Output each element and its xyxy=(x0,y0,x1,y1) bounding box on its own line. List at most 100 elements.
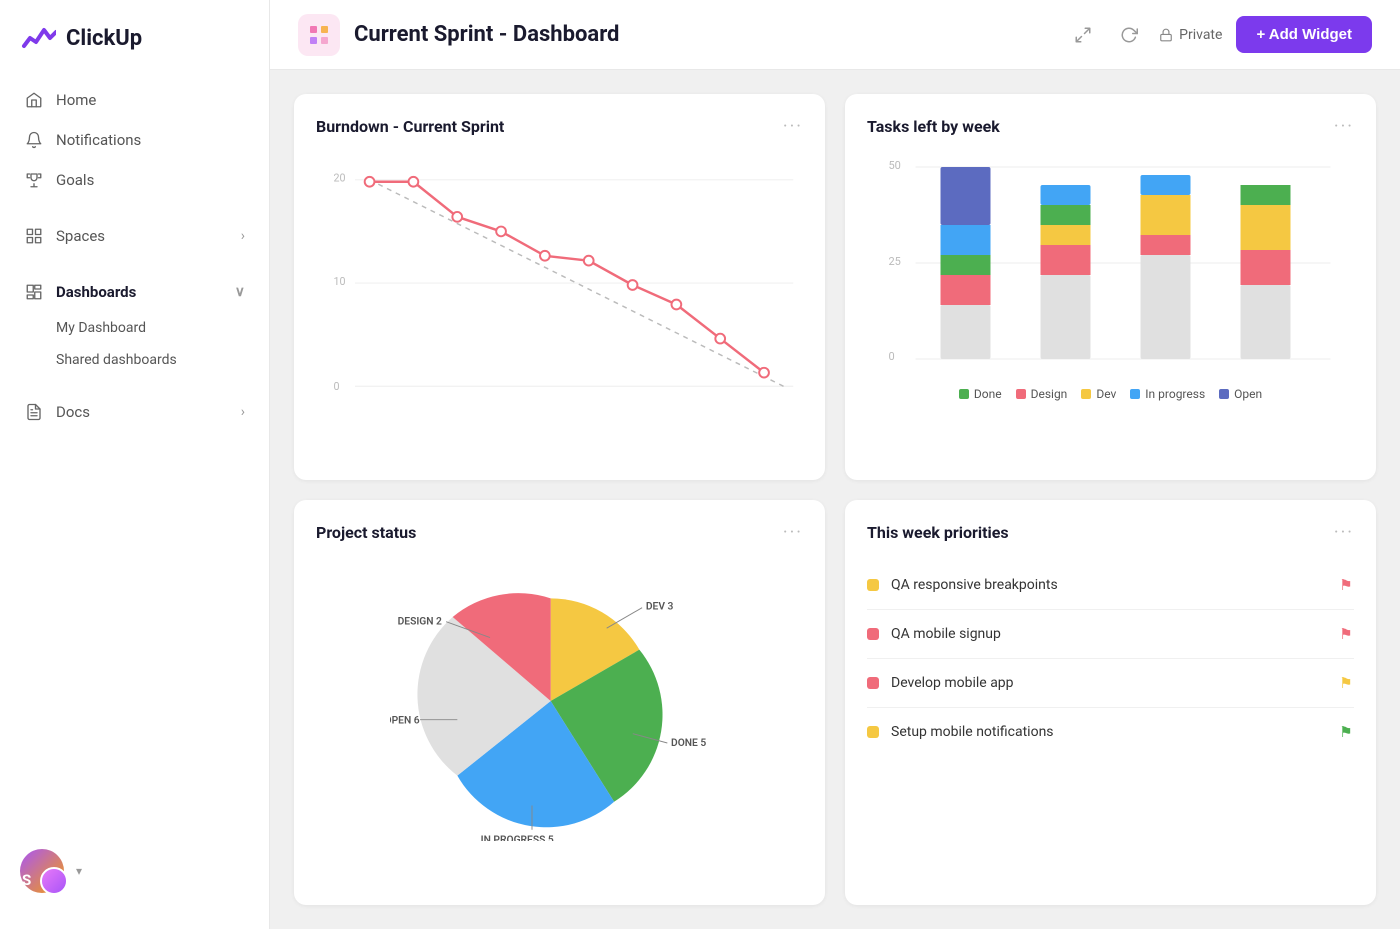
priorities-menu-icon[interactable]: ··· xyxy=(1334,522,1354,543)
priority-text-4: Setup mobile notifications xyxy=(891,724,1326,740)
priority-flag-2[interactable]: ⚑ xyxy=(1338,626,1354,642)
trophy-icon xyxy=(24,170,44,190)
priority-text-2: QA mobile signup xyxy=(891,626,1326,642)
page-title: Current Sprint - Dashboard xyxy=(354,22,1053,47)
home-label: Home xyxy=(56,91,96,109)
svg-text:DESIGN 2: DESIGN 2 xyxy=(397,614,441,627)
priority-item-2: QA mobile signup ⚑ xyxy=(867,610,1354,659)
bar-chart-legend: Done Design Dev In progress xyxy=(867,387,1354,401)
docs-arrow-icon: › xyxy=(241,404,245,420)
priorities-widget: This week priorities ··· QA responsive b… xyxy=(845,500,1376,906)
private-badge: Private xyxy=(1159,27,1222,43)
svg-text:20: 20 xyxy=(334,172,346,185)
legend-design-label: Design xyxy=(1031,387,1068,401)
spaces-label: Spaces xyxy=(56,227,105,245)
priorities-header: This week priorities ··· xyxy=(867,522,1354,543)
tasks-title: Tasks left by week xyxy=(867,117,1000,136)
legend-in-progress-label: In progress xyxy=(1145,387,1205,401)
spaces-icon xyxy=(24,226,44,246)
sidebar-item-dashboards[interactable]: Dashboards ∨ xyxy=(12,272,257,312)
priority-dot-1 xyxy=(867,579,879,591)
top-bar-actions: Private + Add Widget xyxy=(1067,16,1372,53)
svg-text:25: 25 xyxy=(889,255,901,268)
burndown-title: Burndown - Current Sprint xyxy=(316,117,504,136)
burndown-widget: Burndown - Current Sprint ··· 20 10 0 xyxy=(294,94,825,480)
logo-area: ClickUp xyxy=(0,20,269,80)
project-status-menu-icon[interactable]: ··· xyxy=(783,522,803,543)
priority-text-3: Develop mobile app xyxy=(891,675,1326,691)
legend-open-label: Open xyxy=(1234,387,1262,401)
svg-text:0: 0 xyxy=(334,380,340,393)
burndown-svg: 20 10 0 xyxy=(316,155,803,415)
avatar[interactable]: S xyxy=(20,849,64,893)
legend-dev: Dev xyxy=(1081,387,1116,401)
top-bar: Current Sprint - Dashboard Private + Add… xyxy=(270,0,1400,70)
svg-text:10: 10 xyxy=(334,275,346,288)
legend-done-label: Done xyxy=(974,387,1002,401)
priority-dot-2 xyxy=(867,628,879,640)
user-dropdown-icon[interactable]: ▾ xyxy=(76,864,82,878)
priority-text-1: QA responsive breakpoints xyxy=(891,577,1326,593)
sidebar-item-spaces[interactable]: Spaces › xyxy=(12,216,257,256)
refresh-icon[interactable] xyxy=(1113,19,1145,51)
svg-text:DONE 5: DONE 5 xyxy=(671,735,706,748)
tasks-menu-icon[interactable]: ··· xyxy=(1334,116,1354,137)
pie-chart-svg: DEV 3 DONE 5 IN PROGRESS 5 OPEN 6 DESIGN… xyxy=(390,561,730,841)
priority-dot-4 xyxy=(867,726,879,738)
legend-open: Open xyxy=(1219,387,1262,401)
priorities-list: QA responsive breakpoints ⚑ QA mobile si… xyxy=(867,561,1354,756)
tasks-by-week-widget: Tasks left by week ··· 50 25 0 xyxy=(845,94,1376,480)
priority-item-4: Setup mobile notifications ⚑ xyxy=(867,708,1354,756)
svg-text:OPEN 6: OPEN 6 xyxy=(390,713,420,726)
priority-flag-1[interactable]: ⚑ xyxy=(1338,577,1354,593)
clickup-logo-icon xyxy=(20,20,56,56)
project-status-title: Project status xyxy=(316,523,416,542)
priority-flag-3[interactable]: ⚑ xyxy=(1338,675,1354,691)
dashboards-arrow-icon: ∨ xyxy=(235,284,245,300)
add-widget-button[interactable]: + Add Widget xyxy=(1236,16,1372,53)
bar-chart-area: 50 25 0 xyxy=(867,155,1354,415)
lock-icon xyxy=(1159,28,1173,42)
priority-item-3: Develop mobile app ⚑ xyxy=(867,659,1354,708)
sidebar-item-docs[interactable]: Docs › xyxy=(12,392,257,432)
priority-flag-4[interactable]: ⚑ xyxy=(1338,724,1354,740)
priority-item-1: QA responsive breakpoints ⚑ xyxy=(867,561,1354,610)
svg-text:50: 50 xyxy=(889,159,901,172)
priority-dot-3 xyxy=(867,677,879,689)
burndown-chart: 20 10 0 xyxy=(316,155,803,415)
dashboard-icon-box xyxy=(298,14,340,56)
priorities-title: This week priorities xyxy=(867,523,1009,542)
sidebar-item-notifications[interactable]: Notifications xyxy=(12,120,257,160)
legend-done: Done xyxy=(959,387,1002,401)
dashboards-label: Dashboards xyxy=(56,283,136,301)
pie-chart-area: DEV 3 DONE 5 IN PROGRESS 5 OPEN 6 DESIGN… xyxy=(316,561,803,841)
private-label: Private xyxy=(1179,27,1222,43)
sidebar-footer: S ▾ xyxy=(0,833,269,909)
home-icon xyxy=(24,90,44,110)
notifications-label: Notifications xyxy=(56,131,141,149)
goals-label: Goals xyxy=(56,171,94,189)
spaces-arrow-icon: › xyxy=(241,228,245,244)
sidebar-item-shared-dashboards[interactable]: Shared dashboards xyxy=(12,344,257,376)
svg-text:IN PROGRESS 5: IN PROGRESS 5 xyxy=(480,832,553,840)
expand-icon[interactable] xyxy=(1067,19,1099,51)
project-status-widget: Project status ··· xyxy=(294,500,825,906)
grid-icon xyxy=(307,23,331,47)
sidebar-item-home[interactable]: Home xyxy=(12,80,257,120)
main-content: Current Sprint - Dashboard Private + Add… xyxy=(270,0,1400,929)
legend-in-progress: In progress xyxy=(1130,387,1205,401)
project-status-header: Project status ··· xyxy=(316,522,803,543)
bell-icon xyxy=(24,130,44,150)
shared-dashboards-label: Shared dashboards xyxy=(56,352,177,368)
doc-icon xyxy=(24,402,44,422)
bar-chart-svg: 50 25 0 xyxy=(867,155,1354,375)
sidebar-item-goals[interactable]: Goals xyxy=(12,160,257,200)
tasks-widget-header: Tasks left by week ··· xyxy=(867,116,1354,137)
sidebar: ClickUp Home Notifications Goals xyxy=(0,0,270,929)
sidebar-item-my-dashboard[interactable]: My Dashboard xyxy=(12,312,257,344)
dashboard-icon xyxy=(24,282,44,302)
legend-design: Design xyxy=(1016,387,1068,401)
dashboard-grid: Burndown - Current Sprint ··· 20 10 0 xyxy=(270,70,1400,929)
svg-text:0: 0 xyxy=(889,350,895,363)
burndown-menu-icon[interactable]: ··· xyxy=(783,116,803,137)
